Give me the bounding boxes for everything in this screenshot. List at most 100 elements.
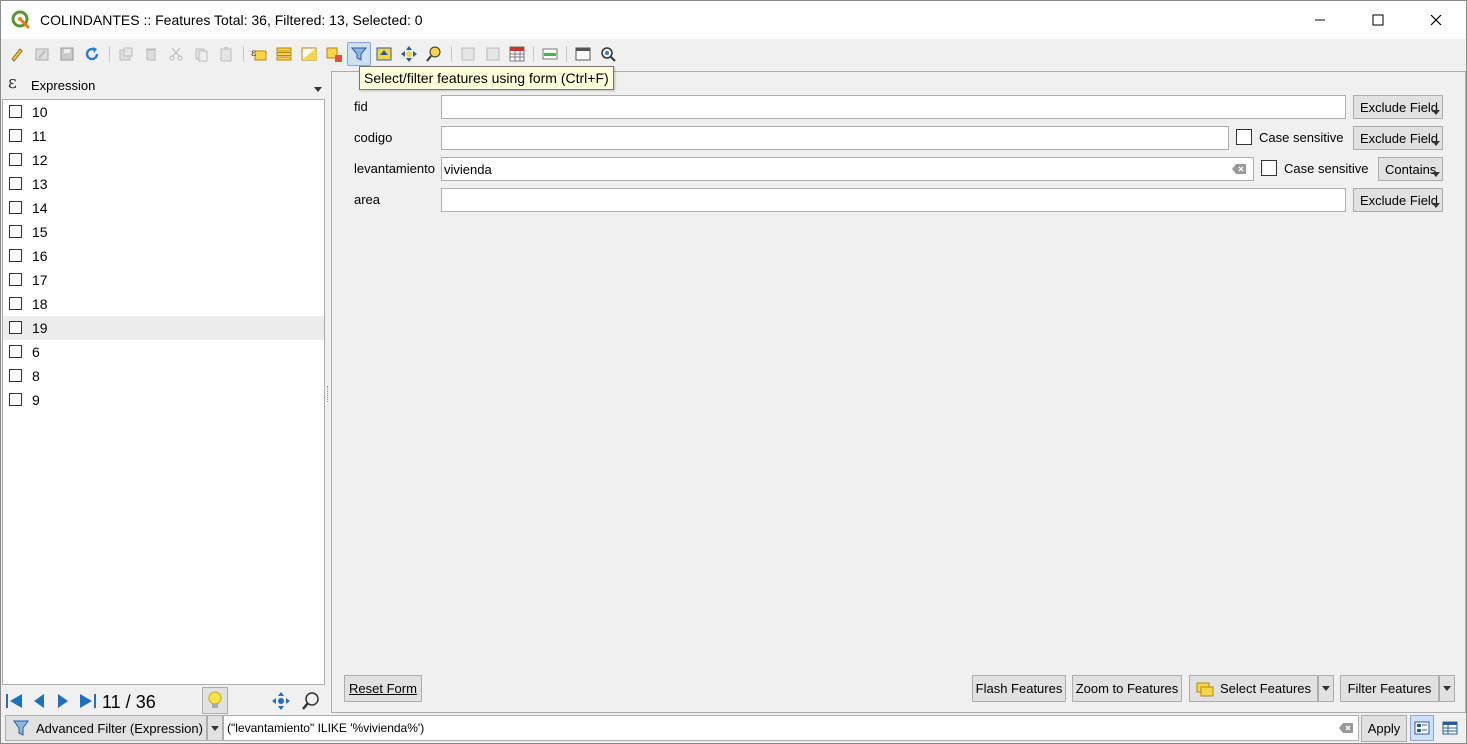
move-selection-to-top-icon[interactable] <box>375 45 393 63</box>
feature-checkbox[interactable] <box>9 225 22 238</box>
codigo-case-sensitive-checkbox[interactable] <box>1236 129 1252 145</box>
flash-features-button[interactable]: Flash Features <box>972 675 1066 702</box>
maximize-button[interactable] <box>1349 1 1407 39</box>
select-features-button[interactable]: Select Features <box>1189 675 1318 702</box>
filter-features-label: Filter Features <box>1347 681 1432 696</box>
flash-features-label: Flash Features <box>975 681 1063 696</box>
toggle-editing-icon[interactable] <box>8 45 26 63</box>
zoom-to-features-label: Zoom to Features <box>1075 681 1179 696</box>
filter-features-button[interactable]: Filter Features <box>1340 675 1439 702</box>
feature-checkbox[interactable] <box>9 321 22 334</box>
feature-checkbox[interactable] <box>9 129 22 142</box>
filter-mode-button[interactable]: Advanced Filter (Expression) <box>5 715 207 741</box>
list-item[interactable]: 10 <box>3 100 324 124</box>
chevron-down-icon <box>1322 686 1330 691</box>
feature-checkbox[interactable] <box>9 345 22 358</box>
cut-icon[interactable] <box>167 45 185 63</box>
form-view-button[interactable] <box>1410 715 1434 741</box>
feature-checkbox[interactable] <box>9 249 22 262</box>
levantamiento-input[interactable] <box>441 157 1254 181</box>
last-feature-icon[interactable] <box>78 691 98 711</box>
codigo-mode-select[interactable]: Exclude Field <box>1353 126 1443 150</box>
list-item[interactable]: 14 <box>3 196 324 220</box>
list-item[interactable]: 8 <box>3 364 324 388</box>
select-all-icon[interactable] <box>275 45 293 63</box>
filter-mode-label: Advanced Filter (Expression) <box>36 720 203 736</box>
select-by-expression-icon[interactable]: ε <box>250 45 268 63</box>
splitter-handle[interactable] <box>327 386 329 402</box>
save-edits-icon[interactable] <box>58 45 76 63</box>
invert-selection-icon[interactable] <box>300 45 318 63</box>
list-item[interactable]: 16 <box>3 244 324 268</box>
multi-edit-icon[interactable] <box>33 45 51 63</box>
conditional-formatting-icon[interactable] <box>541 45 559 63</box>
field-label-area: area <box>354 192 381 207</box>
list-item[interactable]: 12 <box>3 148 324 172</box>
highlight-button[interactable] <box>202 687 228 714</box>
feature-checkbox[interactable] <box>9 273 22 286</box>
feature-checkbox[interactable] <box>9 105 22 118</box>
close-button[interactable] <box>1407 1 1465 39</box>
list-item-label: 12 <box>32 152 48 168</box>
actions-icon[interactable] <box>599 45 617 63</box>
feature-checkbox[interactable] <box>9 369 22 382</box>
list-item[interactable]: 15 <box>3 220 324 244</box>
deselect-all-icon[interactable] <box>325 45 343 63</box>
list-item-label: 6 <box>32 344 40 360</box>
attribute-table-window: COLINDANTES :: Features Total: 36, Filte… <box>0 0 1467 744</box>
apply-button[interactable]: Apply <box>1361 715 1407 742</box>
delete-feature-icon[interactable] <box>142 45 160 63</box>
list-item[interactable]: 6 <box>3 340 324 364</box>
zoom-to-feature-icon[interactable] <box>301 691 321 711</box>
toolbar-tooltip: Select/filter features using form (Ctrl+… <box>359 66 614 90</box>
list-item[interactable]: 11 <box>3 124 324 148</box>
minimize-button[interactable] <box>1291 1 1349 39</box>
table-view-button[interactable] <box>1438 715 1462 741</box>
first-feature-icon[interactable] <box>4 691 24 711</box>
copy-icon[interactable] <box>192 45 210 63</box>
select-features-dropdown[interactable] <box>1318 675 1334 702</box>
paste-icon[interactable] <box>217 45 235 63</box>
pan-to-feature-icon[interactable] <box>271 691 291 711</box>
dock-icon[interactable] <box>574 45 592 63</box>
zoom-to-selection-icon[interactable] <box>425 45 443 63</box>
levantamiento-mode-select[interactable]: Contains <box>1378 157 1443 181</box>
levantamiento-case-sensitive-checkbox[interactable] <box>1261 160 1277 176</box>
next-feature-icon[interactable] <box>53 691 73 711</box>
feature-checkbox[interactable] <box>9 297 22 310</box>
pan-to-selection-icon[interactable] <box>400 45 418 63</box>
area-mode-select[interactable]: Exclude Field <box>1353 188 1443 212</box>
toolbar-separator <box>109 46 110 62</box>
list-item-label: 13 <box>32 176 48 192</box>
reload-icon[interactable] <box>83 45 101 63</box>
filter-mode-dropdown[interactable] <box>207 715 223 741</box>
list-item[interactable]: 17 <box>3 268 324 292</box>
chevron-down-icon[interactable] <box>314 87 322 92</box>
codigo-input[interactable] <box>441 126 1229 150</box>
clear-expression-icon[interactable] <box>1339 723 1353 733</box>
feature-checkbox[interactable] <box>9 177 22 190</box>
feature-checkbox[interactable] <box>9 393 22 406</box>
fid-mode-select[interactable]: Exclude Field <box>1353 95 1443 119</box>
display-expression-header[interactable]: ε Expression <box>1 71 327 99</box>
list-item[interactable]: 18 <box>3 292 324 316</box>
fid-input[interactable] <box>441 95 1346 119</box>
filter-features-dropdown[interactable] <box>1439 675 1455 702</box>
filter-expression-input[interactable] <box>223 715 1359 741</box>
field-calculator-icon[interactable] <box>508 45 526 63</box>
feature-checkbox[interactable] <box>9 201 22 214</box>
area-input[interactable] <box>441 188 1346 212</box>
delete-field-icon[interactable] <box>484 45 502 63</box>
zoom-to-features-button[interactable]: Zoom to Features <box>1072 675 1182 702</box>
add-feature-icon[interactable] <box>117 45 135 63</box>
feature-checkbox[interactable] <box>9 153 22 166</box>
reset-form-button[interactable]: Reset Form <box>344 675 422 702</box>
list-item[interactable]: 13 <box>3 172 324 196</box>
new-field-icon[interactable] <box>459 45 477 63</box>
filter-form-icon[interactable] <box>350 45 368 63</box>
chevron-down-icon <box>1432 203 1440 208</box>
list-item[interactable]: 19 <box>3 316 324 340</box>
clear-input-icon[interactable] <box>1232 164 1246 174</box>
previous-feature-icon[interactable] <box>29 691 49 711</box>
list-item[interactable]: 9 <box>3 388 324 412</box>
